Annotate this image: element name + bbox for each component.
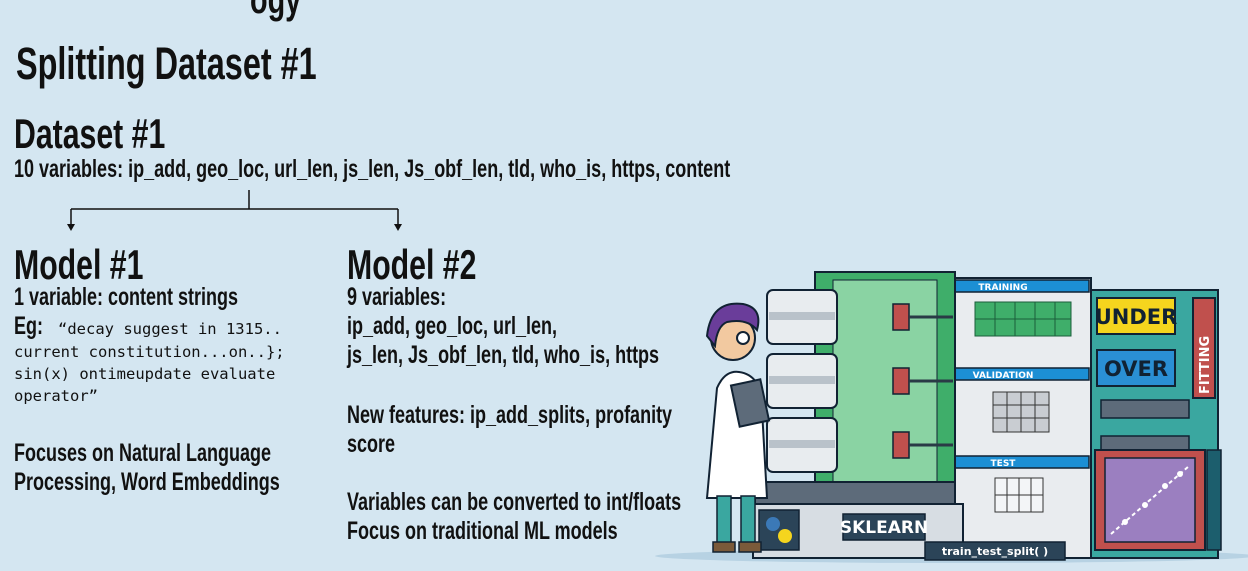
train-test-split-label: train_test_split( ) bbox=[942, 545, 1048, 558]
validation-label: VALIDATION bbox=[973, 371, 1034, 381]
data-scientist-illustration: UNDER OVER FITTING TRAINING VALIDATION T… bbox=[655, 271, 1248, 563]
sklearn-label: SKLEARN bbox=[840, 518, 928, 538]
model1-example-line: current constitution...on..}; bbox=[14, 343, 285, 361]
arrow-down-right-icon bbox=[394, 224, 402, 231]
over-label: OVER bbox=[1104, 357, 1168, 381]
under-label: UNDER bbox=[1095, 305, 1178, 329]
model1-example-line: sin(x) ontimeupdate evaluate bbox=[14, 365, 276, 383]
training-label: TRAINING bbox=[978, 283, 1027, 293]
model2-variables: 9 variables: bbox=[347, 283, 447, 311]
model1-example: Eg: “decay suggest in 1315.. current cons… bbox=[14, 312, 285, 407]
model2-variable-list-line: ip_add, geo_loc, url_len, bbox=[347, 312, 558, 340]
model2-heading: Model #2 bbox=[347, 241, 477, 288]
model1-focus: Focuses on Natural Language Processing, … bbox=[14, 439, 280, 496]
fitting-label: FITTING bbox=[1198, 336, 1213, 394]
model1-heading: Model #1 bbox=[14, 241, 144, 288]
model1-example-line: operator” bbox=[14, 387, 98, 405]
model1-variables: 1 variable: content strings bbox=[14, 283, 239, 311]
arrow-down-left-icon bbox=[67, 224, 75, 231]
model1-example-label: Eg: bbox=[14, 312, 44, 340]
test-label: TEST bbox=[991, 459, 1017, 469]
model1-example-line: “decay suggest in 1315.. bbox=[58, 320, 282, 338]
